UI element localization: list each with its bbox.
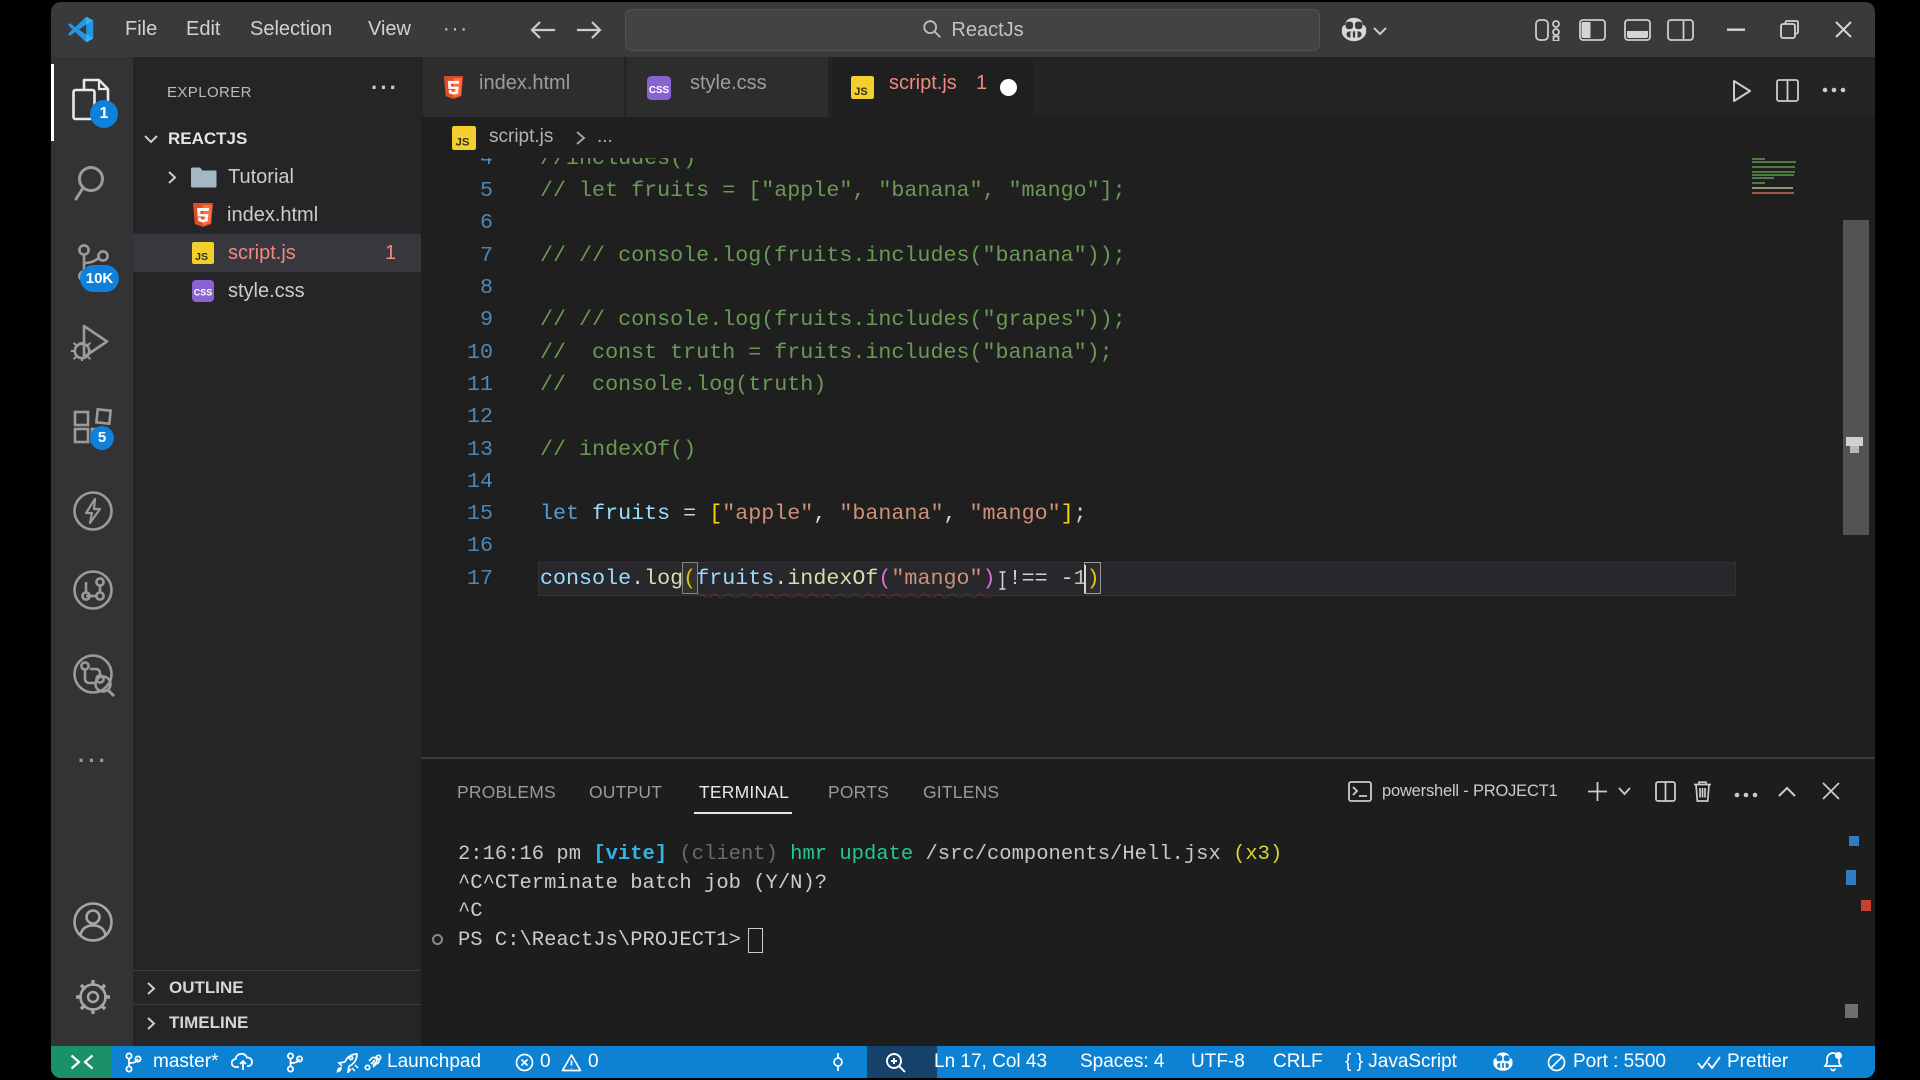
svg-text:JS: JS: [854, 86, 867, 98]
svg-text:JS: JS: [455, 137, 469, 149]
svg-text:JS: JS: [195, 251, 208, 263]
svg-text:CSS: CSS: [194, 288, 213, 298]
svg-text:CSS: CSS: [649, 85, 670, 96]
